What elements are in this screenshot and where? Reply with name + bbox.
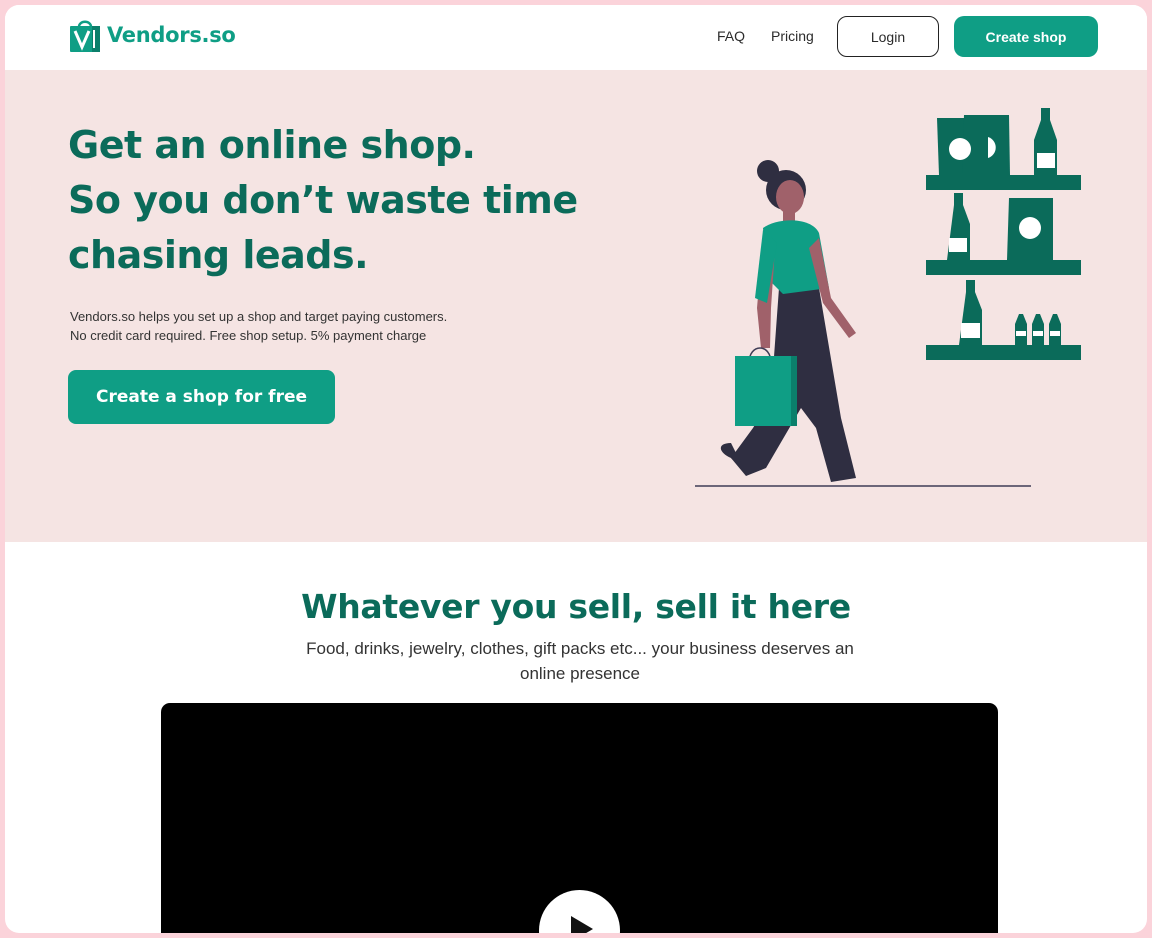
hero-title-line: chasing leads. bbox=[68, 233, 369, 277]
hero-description: Vendors.so helps you set up a shop and t… bbox=[70, 307, 530, 345]
logo[interactable]: Vendors.so bbox=[69, 18, 236, 52]
shopping-bag-icon bbox=[70, 20, 100, 52]
create-shop-button[interactable]: Create shop bbox=[954, 16, 1098, 57]
play-icon bbox=[571, 916, 593, 933]
shelves-illustration bbox=[926, 108, 1081, 360]
logo-text: Vendors.so bbox=[107, 23, 236, 47]
woman-figure bbox=[720, 160, 856, 482]
site-header: Vendors.so FAQ Pricing Login Create shop bbox=[5, 5, 1147, 70]
nav-pricing[interactable]: Pricing bbox=[771, 28, 814, 44]
section-subtitle: Food, drinks, jewelry, clothes, gift pac… bbox=[306, 639, 854, 683]
create-shop-for-free-button[interactable]: Create a shop for free bbox=[68, 370, 335, 424]
page-frame: Vendors.so FAQ Pricing Login Create shop… bbox=[5, 5, 1147, 933]
section-title: Whatever you sell, sell it here bbox=[301, 587, 851, 626]
hero-title: Get an online shop. So you don’t waste t… bbox=[68, 118, 628, 283]
hero-section: Get an online shop. So you don’t waste t… bbox=[5, 70, 1147, 542]
play-button[interactable] bbox=[539, 890, 620, 933]
hero-description-line: Vendors.so helps you set up a shop and t… bbox=[70, 309, 448, 324]
shopping-woman-illustration bbox=[695, 108, 1081, 487]
hero-description-line: No credit card required. Free shop setup… bbox=[70, 328, 427, 343]
video-player[interactable] bbox=[161, 703, 998, 933]
hero-title-line: Get an online shop. bbox=[68, 123, 476, 167]
nav-faq[interactable]: FAQ bbox=[717, 28, 745, 44]
hero-title-line: So you don’t waste time bbox=[68, 178, 578, 222]
login-button[interactable]: Login bbox=[837, 16, 939, 57]
